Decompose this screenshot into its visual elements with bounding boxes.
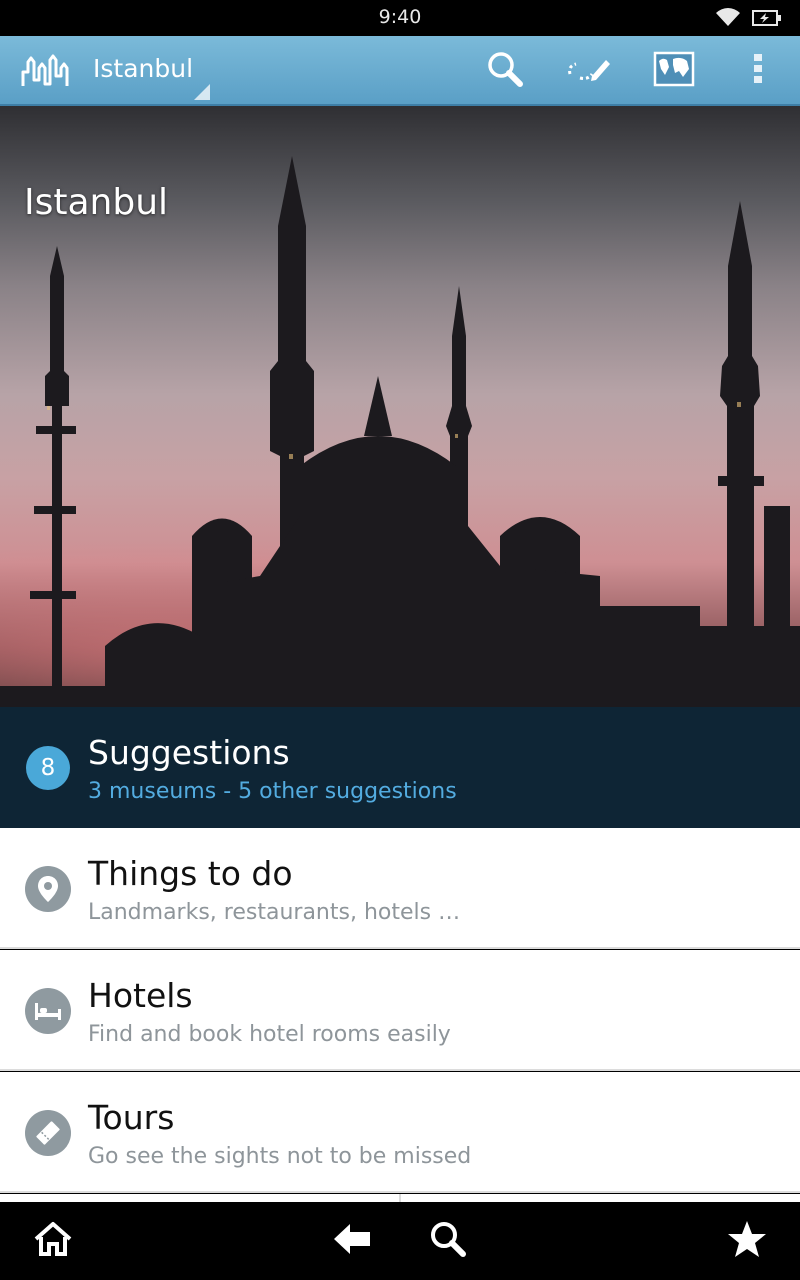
favorites-button[interactable] (707, 1202, 787, 1280)
list-item-things-to-do[interactable]: Things to do Landmarks, restaurants, hot… (0, 828, 800, 949)
action-bar: Istanbul (0, 36, 800, 106)
overflow-menu-button[interactable] (723, 36, 793, 106)
back-icon (332, 1222, 372, 1260)
search-button[interactable] (470, 36, 540, 106)
wifi-icon (714, 6, 742, 32)
list-item-hotels[interactable]: Hotels Find and book hotel rooms easily (0, 950, 800, 1071)
battery-icon (752, 9, 782, 31)
search-icon (429, 1220, 467, 1262)
hero-title: Istanbul (24, 182, 169, 223)
suggestions-count-badge: 8 (26, 746, 70, 790)
list-item-title: Hotels (88, 976, 193, 1015)
edit-route-button[interactable] (554, 36, 624, 106)
status-bar: 9:40 (0, 0, 800, 36)
dropdown-indicator-icon (194, 84, 210, 100)
search-icon (486, 50, 524, 92)
map-button[interactable] (639, 36, 709, 106)
list-item-subtitle: Go see the sights not to be missed (88, 1144, 472, 1169)
edit-route-icon (566, 54, 612, 88)
favorite-star-icon (727, 1220, 767, 1262)
system-nav-bar (0, 1202, 800, 1280)
list-item-subtitle: Landmarks, restaurants, hotels … (88, 900, 461, 925)
suggestions-title: Suggestions (88, 733, 290, 772)
home-icon (33, 1221, 73, 1261)
overflow-menu-icon (752, 52, 764, 90)
map-icon (653, 51, 695, 91)
home-button[interactable] (13, 1202, 93, 1280)
list-item-subtitle: Find and book hotel rooms easily (88, 1022, 451, 1047)
hero-image: Istanbul (0, 106, 800, 707)
app-logo-icon[interactable] (20, 54, 70, 92)
nav-search-button[interactable] (408, 1202, 488, 1280)
bed-icon (25, 988, 71, 1034)
ticket-icon (25, 1110, 71, 1156)
city-name: Istanbul (93, 54, 194, 83)
list-item-title: Things to do (88, 854, 293, 893)
back-button[interactable] (312, 1202, 392, 1280)
list-item-title: Tours (88, 1098, 175, 1137)
location-pin-icon (25, 866, 71, 912)
suggestions-subtitle: 3 museums - 5 other suggestions (88, 779, 457, 804)
list-item-tours[interactable]: Tours Go see the sights not to be missed (0, 1072, 800, 1193)
column-divider (399, 1194, 401, 1202)
city-selector[interactable]: Istanbul (80, 36, 212, 106)
status-time: 9:40 (378, 6, 422, 28)
